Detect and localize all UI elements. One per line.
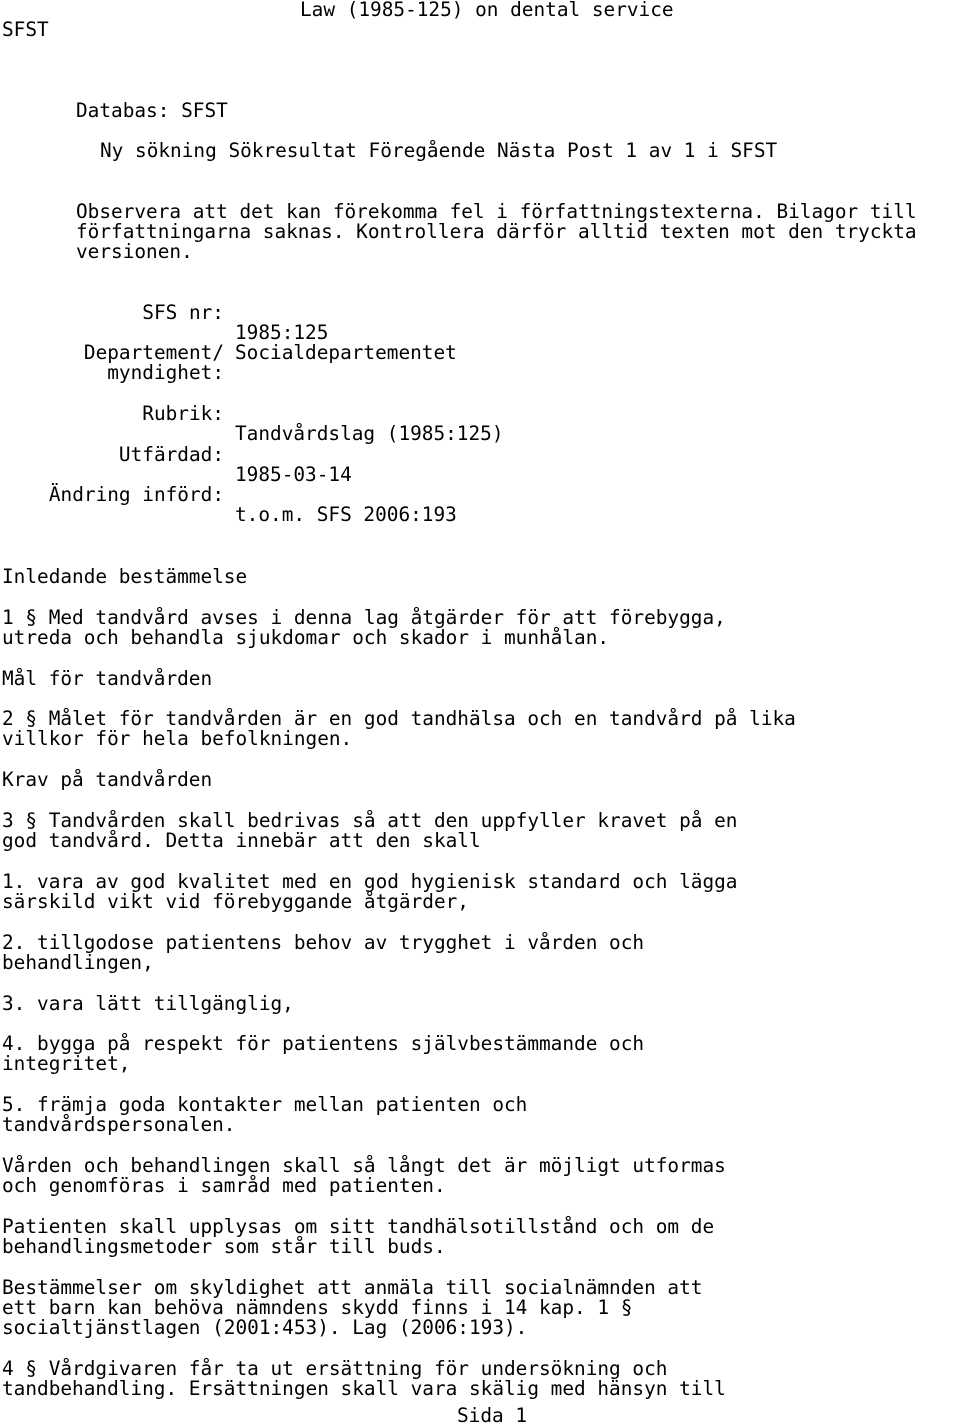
metadata-label: Rubrik:	[142, 402, 224, 425]
page-number: Sida 1	[457, 1404, 528, 1427]
list-item: 2. tillgodose patientens behov av tryggh…	[2, 931, 645, 974]
section-paragraph: Vården och behandlingen skall så långt d…	[2, 1154, 726, 1197]
section-paragraph: 4 § Vårdgivaren får ta ut ersättning för…	[2, 1357, 726, 1400]
metadata-label: Departement/ myndighet:	[83, 341, 224, 384]
section-paragraph: 1 § Med tandvård avses i denna lag åtgär…	[2, 606, 726, 649]
section-heading: Krav på tandvården	[2, 768, 213, 791]
metadata-label: Utfärdad:	[118, 443, 224, 466]
database-label: Databas:	[76, 99, 170, 122]
disclaimer-notice: Observera att det kan förekomma fel i fö…	[76, 200, 917, 263]
section-paragraph: Patienten skall upplysas om sitt tandhäl…	[2, 1215, 715, 1258]
list-item: 3. vara lätt tillgänglig,	[2, 992, 294, 1015]
section-paragraph: 2 § Målet för tandvården är en god tandh…	[2, 707, 796, 750]
database-line: Databas: SFST	[76, 101, 228, 121]
metadata-value: t.o.m. SFS 2006:193	[235, 503, 457, 526]
previous-link[interactable]: Föregående	[369, 139, 486, 162]
next-link[interactable]: Nästa	[497, 139, 555, 162]
list-item: 1. vara av god kvalitet med en god hygie…	[2, 870, 738, 913]
header-source: SFST	[2, 18, 49, 41]
list-item: 5. främja goda kontakter mellan patiente…	[2, 1093, 528, 1136]
result-navigation: Ny sökning Sökresultat Föregående Nästa …	[100, 141, 777, 161]
metadata-label: SFS nr:	[142, 301, 224, 324]
metadata-row-amendment: Ändring införd: t.o.m. SFS 2006:193	[0, 465, 960, 545]
database-value: SFST	[181, 99, 228, 122]
new-search-link[interactable]: Ny sökning	[100, 139, 217, 162]
search-results-link[interactable]: Sökresultat	[228, 139, 356, 162]
metadata-value: Socialdepartementet	[235, 341, 457, 364]
list-item: 4. bygga på respekt för patientens själv…	[2, 1032, 645, 1075]
document-title: Law (1985-125) on dental service	[300, 0, 674, 21]
metadata-label: Ändring införd:	[48, 483, 224, 506]
record-position: Post 1 av 1 i SFST	[567, 139, 778, 162]
section-heading: Inledande bestämmelse	[2, 565, 248, 588]
section-heading: Mål för tandvården	[2, 667, 213, 690]
section-paragraph: Bestämmelser om skyldighet att anmäla ti…	[2, 1276, 703, 1339]
section-paragraph: 3 § Tandvården skall bedrivas så att den…	[2, 809, 738, 852]
